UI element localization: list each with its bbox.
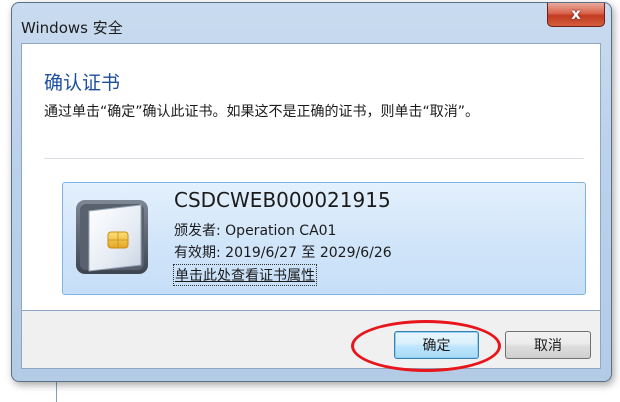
window-title: Windows 安全 [21, 19, 123, 37]
title-bar[interactable]: Windows 安全 x [12, 3, 611, 43]
certificate-name: CSDCWEB000021915 [174, 188, 391, 212]
divider [44, 158, 584, 159]
certificate-validity: 有效期: 2019/6/27 至 2029/6/26 [174, 245, 392, 261]
dialog-message: 通过单击“确定”确认此证书。如果这不是正确的证书，则单击“取消”。 [44, 104, 480, 120]
certificate-card-icon [75, 199, 149, 275]
screenshot: Windows 安全 x 确认证书 通过单击“确定”确认此证书。如果这不是正确的… [0, 0, 620, 402]
close-icon: x [571, 5, 581, 23]
certificate-tile[interactable]: CSDCWEB000021915 颁发者: Operation CA01 有效期… [62, 182, 586, 295]
close-button[interactable]: x [547, 3, 605, 27]
cancel-button[interactable]: 取消 [505, 331, 591, 359]
desktop-edge [56, 382, 57, 402]
dialog-footer: 确定 取消 [21, 311, 601, 369]
ok-button[interactable]: 确定 [394, 331, 479, 359]
dialog-content: 确认证书 通过单击“确定”确认此证书。如果这不是正确的证书，则单击“取消”。 C… [21, 43, 601, 311]
certificate-issuer: 颁发者: Operation CA01 [174, 223, 337, 239]
dialog-heading: 确认证书 [44, 72, 121, 94]
certificate-properties-link[interactable]: 单击此处查看证书属性 [173, 264, 317, 286]
security-dialog-window: Windows 安全 x 确认证书 通过单击“确定”确认此证书。如果这不是正确的… [11, 2, 612, 382]
